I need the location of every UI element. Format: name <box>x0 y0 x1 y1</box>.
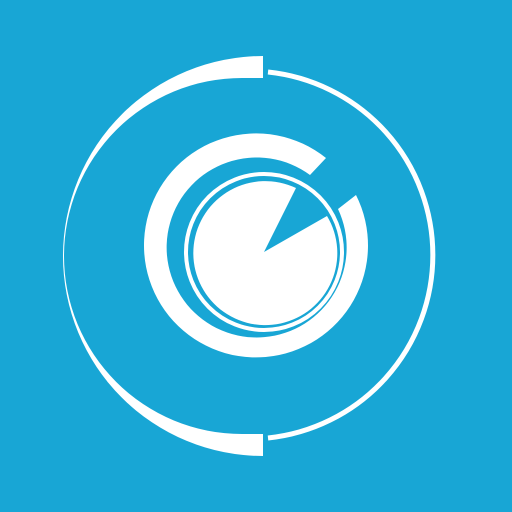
radar-target-app-icon <box>0 0 512 512</box>
radar-target-icon-svg <box>0 0 512 512</box>
